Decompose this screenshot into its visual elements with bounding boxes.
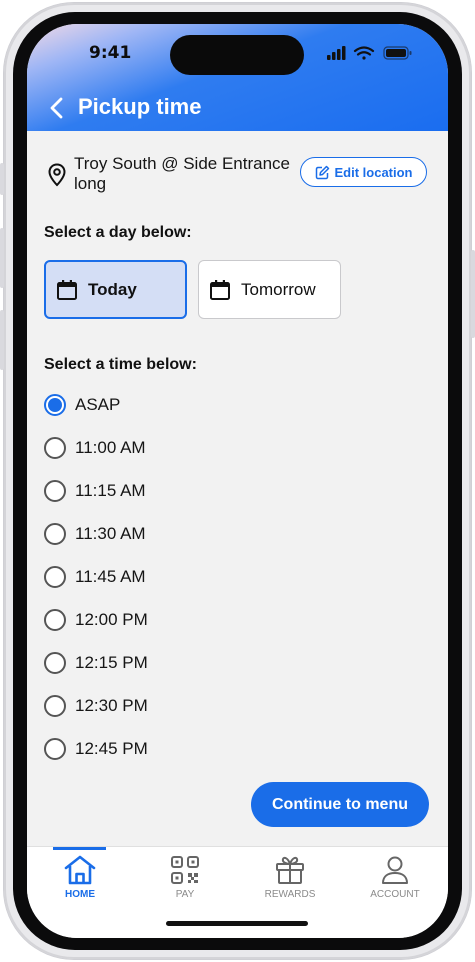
radio-unselected[interactable] <box>44 652 66 674</box>
phone-power-button <box>471 250 475 338</box>
wifi-icon <box>353 46 375 60</box>
day-section-label: Select a day below: <box>44 224 192 241</box>
time-option[interactable]: 11:15 AM <box>44 478 146 504</box>
time-option[interactable]: 11:30 AM <box>44 521 146 547</box>
tab-account[interactable]: ACCOUNT <box>355 847 435 900</box>
time-option[interactable]: 12:45 PM <box>44 736 148 762</box>
time-option-label: 11:45 AM <box>75 567 146 586</box>
time-option[interactable]: 12:00 PM <box>44 607 148 633</box>
location-pin-icon <box>48 163 66 187</box>
page-title: Pickup time <box>78 94 202 119</box>
calendar-icon <box>57 279 77 300</box>
back-icon[interactable] <box>47 96 69 120</box>
edit-location-label: Edit location <box>334 164 413 180</box>
tab-rewards[interactable]: REWARDS <box>250 847 330 900</box>
radio-unselected[interactable] <box>44 609 66 631</box>
time-option-label: 12:15 PM <box>75 653 148 672</box>
phone-action-button <box>0 163 4 195</box>
status-icons <box>327 45 417 66</box>
day-label: Tomorrow <box>241 279 316 299</box>
time-option-label: 11:00 AM <box>75 438 146 457</box>
tab-label: HOME <box>65 889 95 900</box>
day-today-button[interactable]: Today <box>44 260 187 319</box>
continue-to-menu-button[interactable]: Continue to menu <box>251 782 429 827</box>
calendar-icon <box>210 279 230 300</box>
time-option-label: 12:00 PM <box>75 610 148 629</box>
tab-label: PAY <box>175 889 195 900</box>
home-icon <box>64 855 96 885</box>
time-option[interactable]: ASAP <box>44 392 120 418</box>
phone-volume-down-button <box>0 310 4 370</box>
day-label: Today <box>88 279 137 299</box>
tab-home[interactable]: HOME <box>40 847 120 900</box>
tab-pay[interactable]: PAY <box>145 847 225 900</box>
time-option-label: 12:30 PM <box>75 696 148 715</box>
radio-unselected[interactable] <box>44 695 66 717</box>
status-time: 9:41 <box>89 43 132 63</box>
time-option-label: 12:45 PM <box>75 739 148 758</box>
day-tomorrow-button[interactable]: Tomorrow <box>198 260 341 319</box>
time-option[interactable]: 12:15 PM <box>44 650 148 676</box>
location-name: Troy South @ Side Entrance long <box>74 154 291 193</box>
time-option-label: 11:30 AM <box>75 524 146 543</box>
screen: 9:41 Pickup time Troy South @ Side Entra… <box>27 24 448 938</box>
time-section-label: Select a time below: <box>44 356 197 373</box>
battery-icon <box>383 46 412 60</box>
time-option[interactable]: 12:30 PM <box>44 693 148 719</box>
tab-label: REWARDS <box>264 889 316 900</box>
radio-unselected[interactable] <box>44 738 66 760</box>
time-option-label: 11:15 AM <box>75 481 146 500</box>
home-indicator <box>166 921 308 926</box>
user-icon <box>382 856 408 884</box>
signal-icon <box>327 46 346 60</box>
edit-icon <box>315 165 329 179</box>
radio-unselected[interactable] <box>44 523 66 545</box>
phone-volume-up-button <box>0 228 4 288</box>
radio-unselected[interactable] <box>44 480 66 502</box>
time-option[interactable]: 11:00 AM <box>44 435 146 461</box>
radio-unselected[interactable] <box>44 437 66 459</box>
edit-location-button[interactable]: Edit location <box>300 157 427 187</box>
dynamic-island <box>170 35 304 75</box>
time-option-label: ASAP <box>75 395 121 414</box>
qr-code-icon <box>171 856 199 884</box>
header: 9:41 Pickup time <box>27 24 448 131</box>
radio-selected[interactable] <box>44 394 66 416</box>
gift-icon <box>276 856 304 884</box>
radio-unselected[interactable] <box>44 566 66 588</box>
tab-label: ACCOUNT <box>370 889 420 900</box>
time-option[interactable]: 11:45 AM <box>44 564 146 590</box>
